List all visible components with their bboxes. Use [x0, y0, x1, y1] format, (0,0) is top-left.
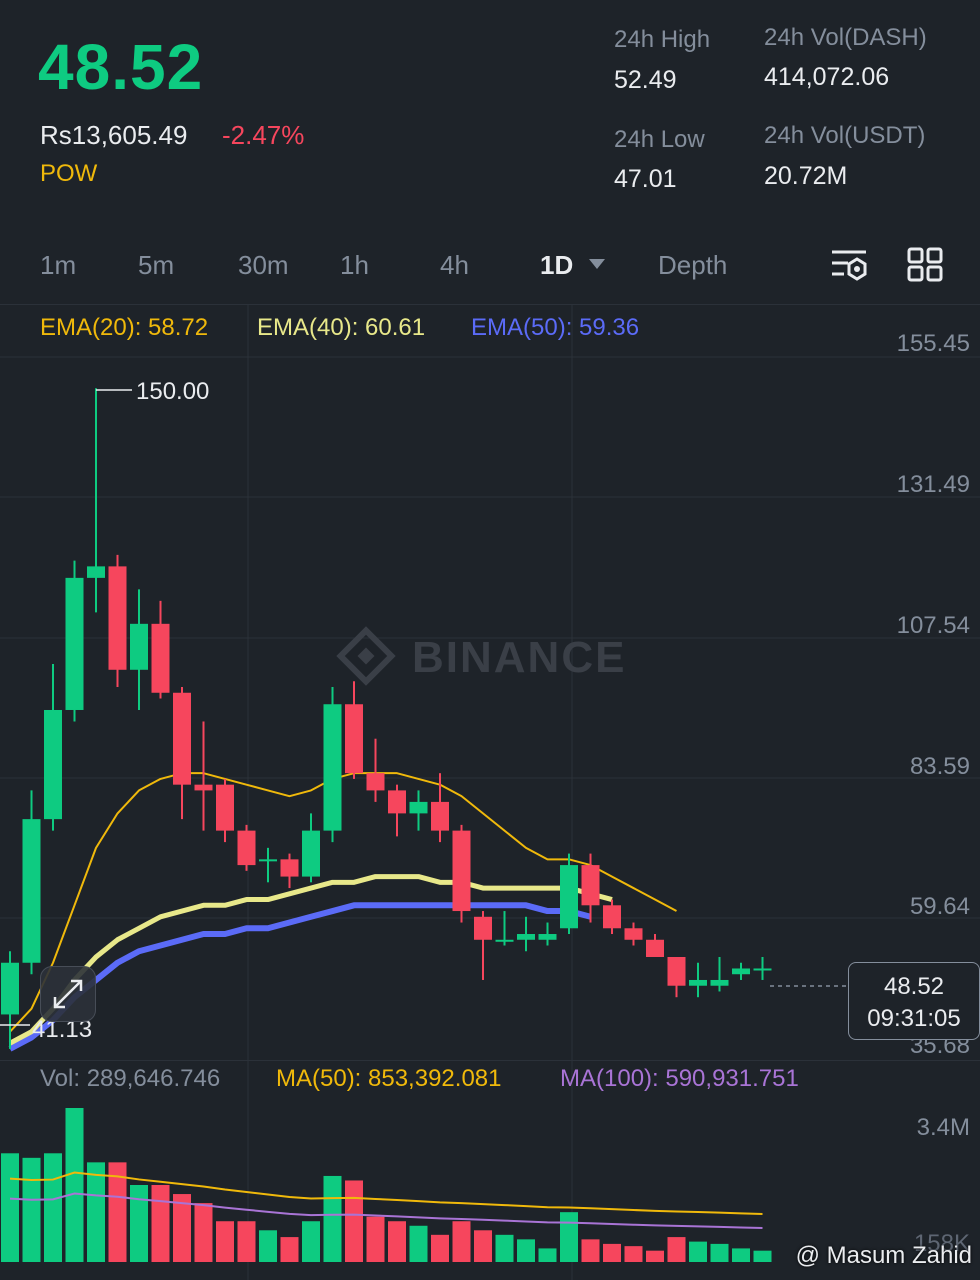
volume-bar [710, 1243, 729, 1262]
candle-body [345, 704, 363, 774]
price-axis-label: 155.45 [896, 330, 970, 357]
candle-body [388, 790, 406, 814]
candle-body [237, 830, 256, 866]
candle-body [22, 819, 41, 963]
ema40-line [8, 874, 613, 1046]
candle-body [624, 928, 643, 940]
price-axis-label: 131.49 [896, 471, 970, 498]
volume-bar [65, 1108, 84, 1262]
candle-body [710, 979, 729, 986]
volume-bar [753, 1250, 772, 1262]
volume-bar [130, 1185, 148, 1262]
volume-bar [495, 1234, 514, 1262]
volume-axis-label: 3.4M [916, 1114, 970, 1141]
candle-body [302, 830, 320, 877]
candle-body [517, 934, 535, 940]
candle-body [495, 939, 514, 942]
current-price-tag[interactable]: 48.52 09:31:05 [848, 962, 980, 1040]
candle-body [753, 968, 772, 971]
candle-body [87, 566, 105, 578]
countdown: 09:31:05 [867, 1005, 961, 1032]
volume-bar [194, 1203, 213, 1262]
candle-body [366, 773, 385, 791]
volume-bar [22, 1157, 41, 1262]
volume-bar [689, 1241, 707, 1262]
volume-bar [732, 1248, 750, 1262]
candle-body [280, 859, 299, 877]
candle-body [560, 865, 578, 929]
volume-bar [44, 1153, 62, 1262]
candle-body [732, 968, 750, 975]
candle-body [452, 830, 471, 912]
divider [0, 1060, 980, 1061]
volume-bar [517, 1239, 535, 1262]
candle-body [194, 784, 213, 791]
volume-bar [216, 1221, 234, 1262]
candle-body [130, 623, 148, 670]
price-axis-label: 83.59 [909, 753, 970, 780]
volume-bar [538, 1248, 557, 1262]
max-marker: 150.00 [136, 378, 209, 405]
volume-bar [624, 1246, 643, 1262]
expand-icon [53, 979, 83, 1009]
volume-bar [581, 1239, 600, 1262]
candle-body [689, 979, 707, 986]
candle-body [216, 784, 234, 831]
candle-body [431, 801, 449, 831]
fullscreen-button[interactable] [40, 966, 96, 1022]
candle-body [1, 962, 19, 1015]
candle-body [151, 623, 170, 693]
price-axis-label: 59.64 [909, 893, 970, 920]
candle-body [538, 934, 557, 940]
chart-grid [0, 305, 980, 1280]
candle-body [44, 709, 62, 820]
volume-bar [259, 1230, 277, 1262]
volume-bar [345, 1180, 363, 1262]
credit-watermark: @ Masum Zahid [795, 1242, 972, 1269]
volume-bar [302, 1221, 320, 1262]
candle-body [173, 692, 191, 785]
volume-bar [280, 1237, 299, 1262]
watermark-text: BINANCE [412, 633, 626, 682]
candle-body [108, 566, 127, 670]
volume-bar [667, 1237, 686, 1262]
volume-bar [603, 1243, 621, 1262]
volume-bar [151, 1185, 170, 1262]
current-price-value: 48.52 [883, 973, 945, 1000]
volume-bar [87, 1162, 105, 1262]
volume-bar [452, 1221, 471, 1262]
volume-bar [431, 1234, 449, 1262]
volume-bar [1, 1153, 19, 1262]
volume-bar [366, 1216, 385, 1262]
candle-body [409, 801, 428, 814]
volume-bar [474, 1230, 492, 1262]
volume-bar [323, 1175, 342, 1262]
price-axis-label: 107.54 [896, 612, 970, 639]
candle-body [667, 956, 686, 986]
ma50-legend: MA(50): 853,392.081 [276, 1065, 502, 1092]
candle-body [646, 939, 664, 957]
volume-bar [409, 1225, 428, 1262]
ema50-line [8, 902, 592, 1052]
volume-bar [388, 1221, 406, 1262]
candle-body [323, 704, 342, 831]
volume-bar [560, 1212, 578, 1262]
ma100-legend: MA(100): 590,931.751 [560, 1065, 799, 1092]
candle-body [474, 916, 492, 940]
candle-body [65, 577, 84, 710]
candle-body [603, 905, 621, 929]
vol-legend: Vol: 289,646.746 [40, 1065, 221, 1092]
volume-bar [237, 1221, 256, 1262]
volume-bar [646, 1250, 664, 1262]
candle-body [259, 859, 277, 862]
candle-body [581, 865, 600, 906]
